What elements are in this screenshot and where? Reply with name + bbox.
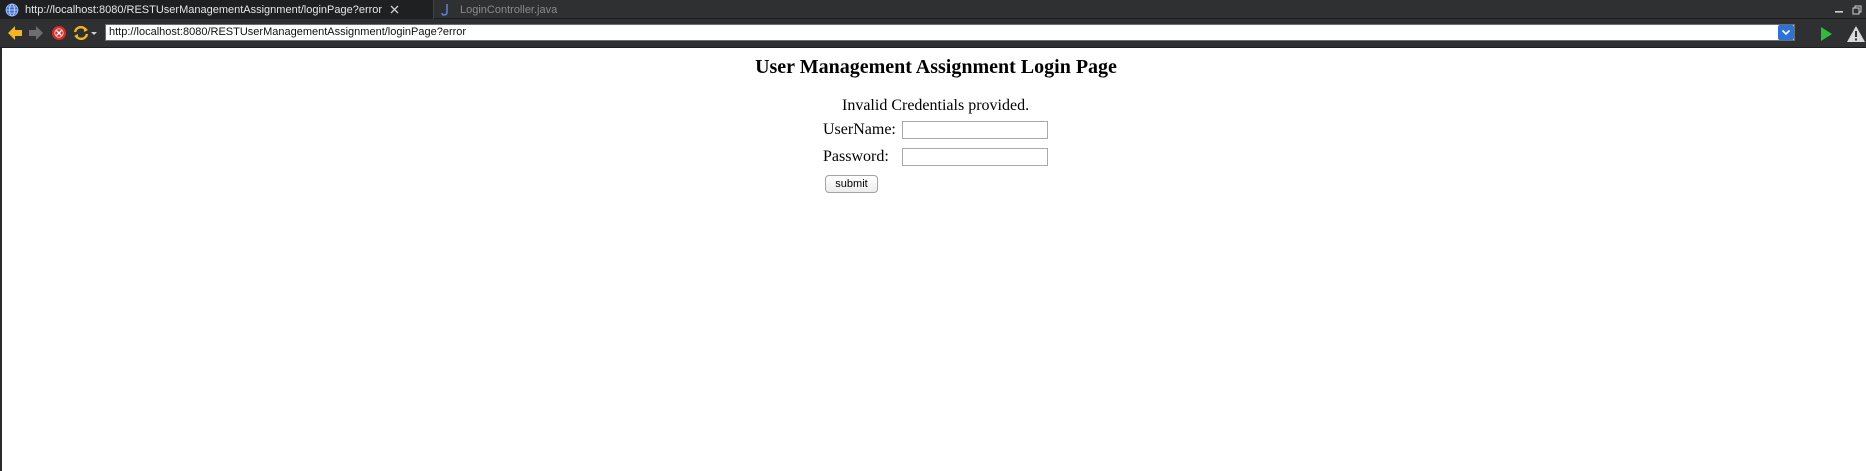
forward-arrow-icon[interactable] <box>27 24 45 42</box>
password-label: Password: <box>823 148 889 165</box>
go-play-icon[interactable] <box>1817 25 1835 43</box>
url-input[interactable] <box>106 25 1774 40</box>
window-controls <box>1834 2 1862 15</box>
username-field[interactable] <box>902 121 1048 139</box>
restore-icon[interactable] <box>1852 2 1862 15</box>
page-title: User Management Assignment Login Page <box>755 56 1117 78</box>
username-label: UserName: <box>823 121 896 138</box>
error-message: Invalid Credentials provided. <box>842 97 1030 114</box>
java-file-icon <box>440 3 452 17</box>
minimize-icon[interactable] <box>1834 2 1844 13</box>
stop-icon[interactable] <box>50 24 68 42</box>
warning-icon[interactable] <box>1846 25 1866 43</box>
tab-label: LoginController.java <box>460 3 558 16</box>
refresh-icon[interactable] <box>72 24 90 42</box>
editor-tab-bar: http://localhost:8080/RESTUserManagement… <box>0 0 1866 19</box>
password-field[interactable] <box>902 148 1048 166</box>
url-history-dropdown[interactable] <box>1778 25 1794 40</box>
address-bar <box>105 24 1795 41</box>
close-icon[interactable] <box>389 4 400 15</box>
back-arrow-icon[interactable] <box>6 24 24 42</box>
submit-button[interactable]: submit <box>825 175 878 193</box>
tab-browser-login-page[interactable]: http://localhost:8080/RESTUserManagement… <box>0 0 434 19</box>
globe-icon <box>5 3 19 17</box>
tab-label: http://localhost:8080/RESTUserManagement… <box>25 3 383 16</box>
refresh-dropdown-icon[interactable] <box>90 24 98 42</box>
browser-toolbar <box>0 19 1866 48</box>
tab-login-controller-java[interactable]: LoginController.java <box>436 0 586 19</box>
page-content: User Management Assignment Login Page In… <box>2 48 1866 471</box>
